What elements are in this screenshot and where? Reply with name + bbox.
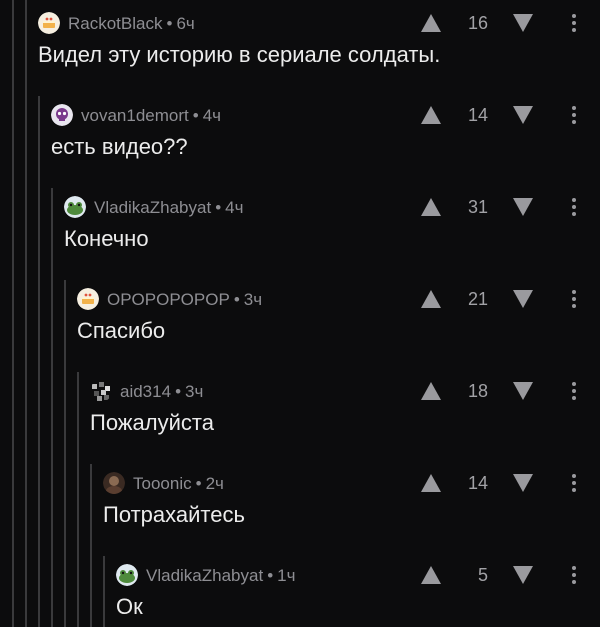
username[interactable]: VladikaZhabyat <box>146 566 263 585</box>
comment-text: Потрахайтесь <box>103 502 245 527</box>
comment-text: Конечно <box>64 226 149 251</box>
downvote-icon[interactable] <box>512 105 534 125</box>
frog-icon[interactable] <box>116 564 138 586</box>
username[interactable]: vovan1demort <box>81 106 189 125</box>
skull-icon[interactable] <box>51 104 73 126</box>
upvote-icon[interactable] <box>420 197 442 217</box>
timestamp: 2ч <box>205 474 224 493</box>
more-options-icon[interactable] <box>568 287 580 311</box>
comment-header: VladikaZhabyat • 1ч 5 <box>116 559 600 591</box>
comment-meta: vovan1demort • 4ч <box>81 106 221 126</box>
vote-score: 5 <box>477 565 488 585</box>
timestamp: 4ч <box>225 198 244 217</box>
timestamp: 4ч <box>202 106 221 125</box>
timestamp: 6ч <box>176 14 195 33</box>
timestamp: 1ч <box>277 566 296 585</box>
more-options-icon[interactable] <box>568 563 580 587</box>
downvote-icon[interactable] <box>512 381 534 401</box>
comment: OPOPOPOPOP • 3ч 21 Спасибо <box>77 276 600 368</box>
more-options-icon[interactable] <box>568 195 580 219</box>
separator: • <box>175 382 182 401</box>
upvote-icon[interactable] <box>420 13 442 33</box>
vote-score: 14 <box>467 105 488 125</box>
username[interactable]: Tooonic <box>133 474 192 493</box>
comment-meta: OPOPOPOPOP • 3ч <box>107 290 262 310</box>
more-options-icon[interactable] <box>568 379 580 403</box>
comment: VladikaZhabyat • 4ч 31 Конечно <box>64 184 600 276</box>
vote-score: 21 <box>467 289 488 309</box>
more-options-icon[interactable] <box>568 471 580 495</box>
separator: • <box>215 198 222 217</box>
comment-meta: Tooonic • 2ч <box>133 474 224 494</box>
downvote-icon[interactable] <box>512 289 534 309</box>
more-options-icon[interactable] <box>568 103 580 127</box>
username[interactable]: RackotBlack <box>68 14 162 33</box>
downvote-icon[interactable] <box>512 13 534 33</box>
comment-header: RackotBlack • 6ч 16 <box>38 7 600 39</box>
upvote-icon[interactable] <box>420 105 442 125</box>
comment-meta: aid314 • 3ч <box>120 382 203 402</box>
more-options-icon[interactable] <box>568 11 580 35</box>
cake-icon[interactable] <box>38 12 60 34</box>
username[interactable]: aid314 <box>120 382 171 401</box>
thread-line <box>90 464 92 627</box>
frog-icon[interactable] <box>64 196 86 218</box>
comment-meta: VladikaZhabyat • 4ч <box>94 198 243 218</box>
dark-avatar-icon[interactable] <box>103 472 125 494</box>
thread-line <box>77 372 79 627</box>
comment-header: vovan1demort • 4ч 14 <box>51 99 600 131</box>
comment: vovan1demort • 4ч 14 есть видео?? <box>51 92 600 184</box>
thread-line <box>12 0 14 627</box>
separator: • <box>195 474 202 493</box>
comment-text: Пожалуйста <box>90 410 214 435</box>
downvote-icon[interactable] <box>512 197 534 217</box>
vote-score: 14 <box>467 473 488 493</box>
upvote-icon[interactable] <box>420 381 442 401</box>
thread-line <box>51 188 53 627</box>
comment-header: OPOPOPOPOP • 3ч 21 <box>77 283 600 315</box>
thread-line <box>25 0 27 627</box>
timestamp: 3ч <box>243 290 263 309</box>
upvote-icon[interactable] <box>420 565 442 585</box>
comment-text: есть видео?? <box>51 134 188 159</box>
thread-line <box>64 280 66 627</box>
vote-score: 16 <box>467 13 488 33</box>
separator: • <box>233 290 240 309</box>
username[interactable]: VladikaZhabyat <box>94 198 211 217</box>
downvote-icon[interactable] <box>512 565 534 585</box>
comment: RackotBlack • 6ч 16 Видел эту историю в се… <box>38 0 600 92</box>
username[interactable]: OPOPOPOPOP <box>107 290 230 309</box>
vote-score: 31 <box>467 197 488 217</box>
upvote-icon[interactable] <box>420 289 442 309</box>
vote-score: 18 <box>467 381 488 401</box>
upvote-icon[interactable] <box>420 473 442 493</box>
thread-line <box>103 556 105 627</box>
comment: VladikaZhabyat • 1ч 5 Ок <box>116 552 600 627</box>
comment-header: Tooonic • 2ч 14 <box>103 467 600 499</box>
timestamp: 3ч <box>185 382 204 401</box>
downvote-icon[interactable] <box>512 473 534 493</box>
comment: aid314 • 3ч 18 Пожалуйста <box>90 368 600 460</box>
comment: Tooonic • 2ч 14 Потрахайтесь <box>103 460 600 552</box>
cake-icon[interactable] <box>77 288 99 310</box>
thread-line <box>38 96 40 627</box>
comment-text: Спасибо <box>77 318 166 343</box>
comment-text: Ок <box>116 594 143 619</box>
separator: • <box>267 566 274 585</box>
pixel-icon[interactable] <box>90 380 112 402</box>
comment-meta: VladikaZhabyat • 1ч <box>146 566 295 586</box>
comment-text: Видел эту историю в сериале солдаты. <box>38 42 441 67</box>
separator: • <box>166 14 173 33</box>
comment-header: aid314 • 3ч 18 <box>90 375 600 407</box>
separator: • <box>192 106 199 125</box>
comment-meta: RackotBlack • 6ч <box>68 14 195 34</box>
comment-header: VladikaZhabyat • 4ч 31 <box>64 191 600 223</box>
